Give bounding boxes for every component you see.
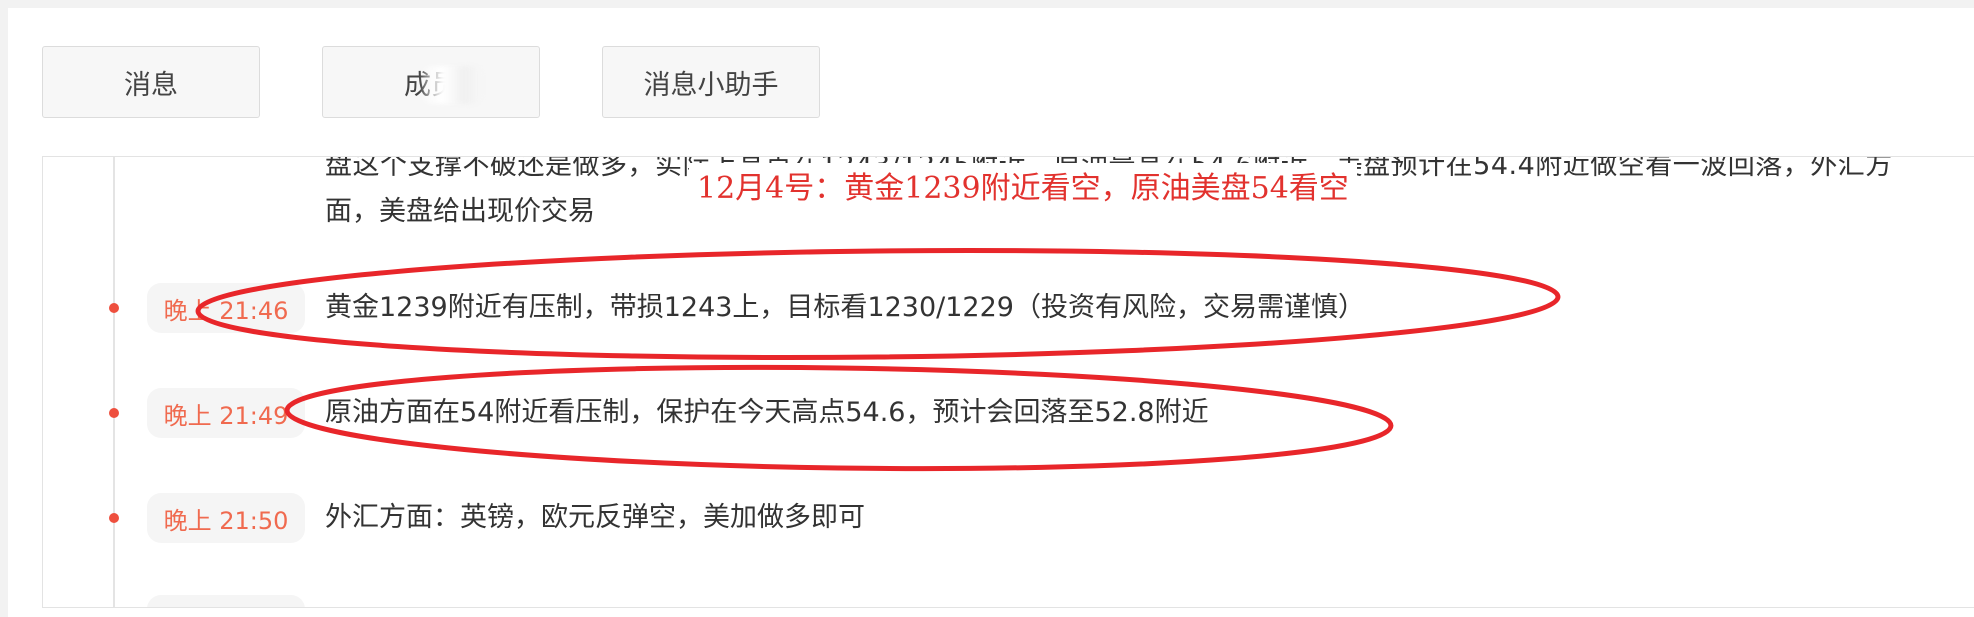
timeline-dot xyxy=(109,408,119,418)
time-badge-partial xyxy=(147,595,305,607)
tab-message-assistant-label: 消息小助手 xyxy=(643,69,779,101)
timeline-line xyxy=(113,157,115,607)
message-text: 黄金1239附近有压制，带损1243上，目标看1230/1229（投资有风险，交… xyxy=(325,292,1365,323)
left-strip xyxy=(0,8,8,617)
tab-messages-label: 消息 xyxy=(124,69,178,101)
previous-message-continuation: 面，美盘给出现价交易 xyxy=(325,196,595,227)
message-text: 外汇方面：英镑，欧元反弹空，美加做多即可 xyxy=(325,502,865,533)
time-badge: 晚上 21:49 xyxy=(147,388,305,438)
timeline-dot xyxy=(109,303,119,313)
blurred-redaction xyxy=(422,66,482,104)
time-badge: 晚上 21:46 xyxy=(147,283,305,333)
message-timeline-panel[interactable]: 盘这个支撑不破还是做多，实际上高点在1243/1245附近，原油最高在54.6附… xyxy=(42,156,1974,608)
top-strip xyxy=(0,0,1974,8)
time-badge: 晚上 21:50 xyxy=(147,493,305,543)
tab-messages[interactable]: 消息 xyxy=(42,46,260,118)
red-annotation-text: 12月4号：黄金1239附近看空，原油美盘54看空 xyxy=(689,163,1357,207)
timeline-dot xyxy=(109,513,119,523)
tab-message-assistant[interactable]: 消息小助手 xyxy=(602,46,820,118)
message-text: 原油方面在54附近看压制，保护在今天高点54.6，预计会回落至52.8附近 xyxy=(325,397,1209,428)
